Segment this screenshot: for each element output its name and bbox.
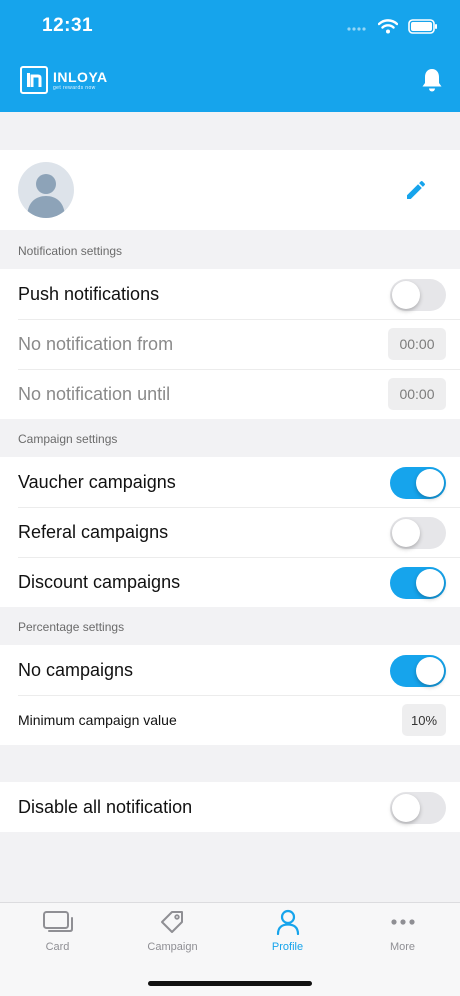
tag-icon bbox=[160, 911, 183, 933]
logo-mark-icon bbox=[20, 66, 48, 94]
tab-card-label: Card bbox=[45, 941, 70, 953]
vaucher-campaigns-toggle[interactable] bbox=[390, 467, 446, 499]
tab-more-label: More bbox=[389, 941, 416, 953]
app-logo: INLOYA get rewards now bbox=[20, 66, 108, 94]
disable-all-toggle[interactable] bbox=[390, 792, 446, 824]
app-header: 12:31 INLOYA get rewards now bbox=[0, 0, 460, 112]
avatar-placeholder-icon bbox=[27, 174, 65, 218]
status-time: 12:31 bbox=[42, 15, 94, 36]
tab-campaign[interactable]: Campaign bbox=[115, 909, 230, 965]
profile-card bbox=[0, 150, 460, 230]
referal-campaigns-row: Referal campaigns bbox=[0, 507, 460, 557]
discount-campaigns-toggle[interactable] bbox=[390, 567, 446, 599]
tab-profile-label: Profile bbox=[271, 941, 304, 953]
vaucher-campaigns-label: Vaucher campaigns bbox=[18, 471, 176, 492]
status-bar: 12:31 bbox=[0, 0, 460, 52]
disable-all-row: Disable all notification bbox=[0, 782, 460, 832]
tab-card[interactable]: Card bbox=[0, 909, 115, 965]
until-time-picker[interactable]: 00:00 bbox=[388, 378, 446, 410]
vaucher-campaigns-row: Vaucher campaigns bbox=[0, 457, 460, 507]
referal-campaigns-toggle[interactable] bbox=[390, 517, 446, 549]
logo-tagline: get rewards now bbox=[53, 84, 96, 91]
minimum-campaign-value-row: Minimum campaign value 10% bbox=[0, 695, 460, 745]
no-notification-from-label: No notification from bbox=[18, 333, 174, 354]
tab-profile[interactable]: Profile bbox=[230, 909, 345, 965]
push-notifications-row: Push notifications bbox=[0, 269, 460, 319]
no-campaigns-toggle[interactable] bbox=[390, 655, 446, 687]
push-notifications-toggle[interactable] bbox=[390, 279, 446, 311]
person-icon bbox=[276, 909, 299, 935]
tab-campaign-label: Campaign bbox=[147, 941, 198, 953]
no-notification-until-row: No notification until 00:00 bbox=[0, 369, 460, 419]
section-label-notification: Notification settings bbox=[18, 244, 123, 258]
logo-name: INLOYA bbox=[53, 68, 108, 85]
push-notifications-label: Push notifications bbox=[18, 283, 160, 304]
section-label-percentage: Percentage settings bbox=[18, 620, 125, 634]
minimum-campaign-value-field[interactable]: 10% bbox=[402, 704, 446, 736]
edit-pencil-icon[interactable] bbox=[404, 178, 428, 202]
discount-campaigns-row: Discount campaigns bbox=[0, 557, 460, 607]
tab-more[interactable]: More bbox=[345, 909, 460, 965]
no-campaigns-row: No campaigns bbox=[0, 645, 460, 695]
wifi-icon bbox=[378, 18, 398, 33]
avatar[interactable] bbox=[18, 162, 74, 218]
disable-all-label: Disable all notification bbox=[18, 796, 193, 817]
battery-icon bbox=[408, 18, 437, 34]
bell-icon[interactable] bbox=[420, 67, 444, 93]
app-bar: INLOYA get rewards now bbox=[0, 56, 460, 106]
card-icon bbox=[42, 911, 73, 932]
no-campaigns-label: No campaigns bbox=[18, 659, 134, 680]
section-label-campaign: Campaign settings bbox=[18, 432, 118, 446]
minimum-campaign-value-label: Minimum campaign value bbox=[18, 712, 177, 728]
from-time-picker[interactable]: 00:00 bbox=[388, 328, 446, 360]
disable-all-group: Disable all notification bbox=[0, 782, 460, 832]
discount-campaigns-label: Discount campaigns bbox=[18, 571, 181, 592]
percentage-settings-group: No campaigns Minimum campaign value 10% bbox=[0, 645, 460, 745]
more-icon bbox=[390, 919, 415, 925]
no-notification-until-label: No notification until bbox=[18, 383, 171, 404]
campaign-settings-group: Vaucher campaigns Referal campaigns Disc… bbox=[0, 457, 460, 607]
home-indicator bbox=[148, 981, 312, 986]
no-notification-from-row: No notification from 00:00 bbox=[0, 319, 460, 369]
notification-settings-group: Push notifications No notification from … bbox=[0, 269, 460, 419]
referal-campaigns-label: Referal campaigns bbox=[18, 521, 169, 542]
signal-icon bbox=[347, 27, 366, 31]
status-icons bbox=[346, 15, 438, 37]
